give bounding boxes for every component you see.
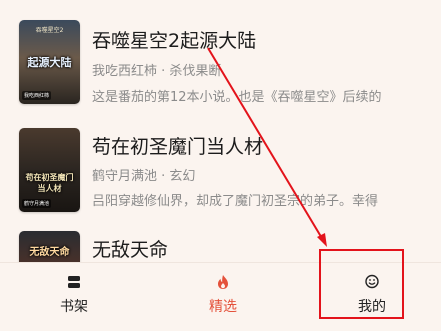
cover-author-badge: 我吃西红柿: [22, 91, 52, 100]
book-title: 无敌天命: [92, 239, 169, 261]
book-title: 吞噬星空2起源大陆: [92, 30, 257, 52]
cover-author-badge: 鹤守月满池: [22, 199, 52, 208]
tab-label: 精选: [209, 299, 237, 315]
book-cover: 无敌天命: [19, 231, 80, 262]
book-item[interactable]: 苟在初圣魔门当人材 鹤守月满池 苟在初圣魔门当人材 鹤守月满池 · 玄幻 吕阳穿…: [0, 120, 441, 220]
cover-series-label: 吞噬星空2: [35, 27, 64, 34]
book-meta: 我吃西红柿 · 杀伐果断: [92, 64, 222, 79]
book-item[interactable]: 吞噬星空2 起源大陆 我吃西红柿 吞噬星空2起源大陆 我吃西红柿 · 杀伐果断 …: [0, 0, 441, 105]
annotation-highlight-box: [319, 249, 404, 319]
book-cover: 吞噬星空2 起源大陆 我吃西红柿: [19, 20, 80, 104]
tab-label: 书架: [60, 299, 88, 315]
tab-featured[interactable]: 精选: [163, 263, 283, 331]
book-meta: 鹤守月满池 · 玄幻: [92, 169, 196, 184]
book-cover: 苟在初圣魔门当人材 鹤守月满池: [19, 128, 80, 212]
flame-icon: [216, 274, 230, 294]
book-list: 吞噬星空2 起源大陆 我吃西红柿 吞噬星空2起源大陆 我吃西红柿 · 杀伐果断 …: [0, 0, 441, 262]
cover-title: 无敌天命: [29, 247, 70, 258]
cover-title: 起源大陆: [27, 56, 72, 69]
cover-title: 苟在初圣魔门当人材: [25, 172, 74, 193]
tab-bookshelf[interactable]: 书架: [14, 263, 134, 331]
book-title: 苟在初圣魔门当人材: [92, 136, 264, 158]
bookshelf-icon: [67, 274, 81, 293]
book-description: 吕阳穿越修仙界，却成了魔门初圣宗的弟子。幸得: [92, 194, 379, 209]
book-description: 这是番茄的第12本小说。也是《吞噬星空》后续的: [92, 90, 382, 105]
